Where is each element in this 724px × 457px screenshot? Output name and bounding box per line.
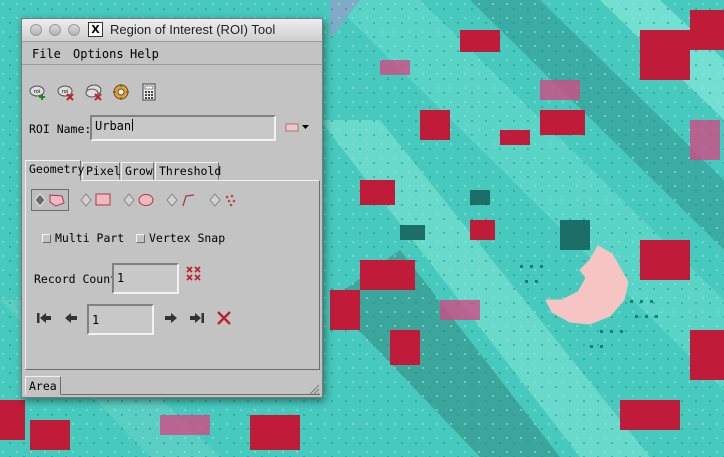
tab-grow[interactable]: Grow	[121, 162, 154, 180]
point-tool-button[interactable]	[206, 189, 244, 211]
tab-pixel[interactable]: Pixel	[82, 162, 121, 180]
delete-all-records-icon[interactable]	[185, 265, 203, 283]
minimize-window-button[interactable]	[49, 24, 61, 36]
polygon-tool-button[interactable]	[31, 189, 69, 211]
new-roi-icon[interactable]: roi	[29, 83, 47, 101]
delete-record-icon[interactable]	[215, 310, 233, 326]
tab-threshold[interactable]: Threshold	[155, 162, 221, 180]
record-count-label: Record Count	[34, 272, 118, 286]
zoom-window-button[interactable]	[68, 24, 80, 36]
roi-options-icon[interactable]	[112, 83, 130, 101]
menu-options[interactable]: Options	[73, 47, 124, 61]
svg-text:roi: roi	[34, 89, 40, 95]
close-window-button[interactable]	[30, 24, 42, 36]
menu-help[interactable]: Help	[130, 47, 159, 61]
rectangle-tool-button[interactable]	[77, 189, 115, 211]
menu-file[interactable]: File	[32, 47, 61, 61]
roi-color-dropdown[interactable]	[285, 121, 309, 133]
title-bar[interactable]: X Region of Interest (ROI) Tool	[22, 19, 322, 42]
delete-all-roi-icon[interactable]	[85, 83, 103, 101]
x11-icon: X	[88, 22, 103, 37]
roi-tool-window: X Region of Interest (ROI) Tool File Opt…	[21, 18, 323, 398]
multi-part-label: Multi Part	[55, 231, 125, 245]
current-record-value: 1	[92, 313, 100, 327]
tab-geometry[interactable]: Geometry	[25, 160, 84, 181]
first-record-icon[interactable]	[35, 310, 53, 326]
record-count-value: 1	[117, 271, 125, 285]
menu-bar: File Options Help	[22, 42, 322, 65]
point-icon	[225, 194, 236, 207]
multi-part-checkbox[interactable]	[42, 234, 51, 243]
vertex-snap-label: Vertex Snap	[149, 231, 226, 245]
polyline-icon	[182, 194, 195, 207]
rectangle-icon	[95, 193, 111, 206]
next-record-icon[interactable]	[162, 310, 180, 326]
bottom-divider	[25, 394, 320, 395]
current-record-input[interactable]: 1	[87, 304, 154, 335]
ellipse-tool-button[interactable]	[120, 189, 158, 211]
vertex-snap-checkbox[interactable]	[136, 234, 145, 243]
polyline-tool-button[interactable]	[163, 189, 201, 211]
roi-name-label: ROI Name:	[29, 122, 92, 136]
calculator-icon[interactable]	[140, 83, 158, 101]
record-count-field: 1	[112, 263, 179, 294]
delete-roi-icon[interactable]: roi	[57, 83, 75, 101]
window-title: Region of Interest (ROI) Tool	[110, 22, 276, 37]
last-record-icon[interactable]	[188, 310, 206, 326]
ellipse-icon	[138, 194, 154, 206]
resize-grip-icon[interactable]	[308, 383, 320, 395]
roi-name-value: Urban	[95, 119, 132, 133]
roi-name-input[interactable]: Urban	[90, 115, 276, 141]
tab-area[interactable]: Area	[25, 376, 61, 395]
previous-record-icon[interactable]	[62, 310, 80, 326]
